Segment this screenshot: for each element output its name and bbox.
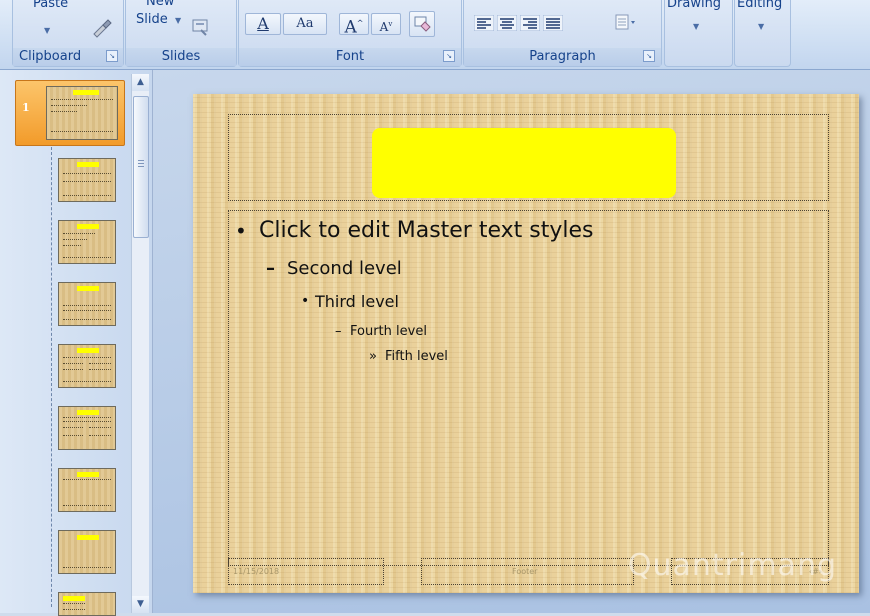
editing-button[interactable]: Editing [737, 0, 782, 11]
slides-group-label: Slides [126, 48, 236, 66]
layout-connector-line [51, 142, 52, 607]
columns-icon[interactable] [614, 13, 636, 33]
level4-bullet: – [335, 324, 342, 339]
shrink-font-button[interactable]: Av [371, 13, 401, 35]
slide-number: 1 [22, 101, 30, 114]
scrollbar-thumb[interactable] [133, 96, 149, 238]
title-highlight-shape[interactable] [372, 128, 676, 198]
justify-icon[interactable] [543, 15, 563, 31]
body-text-placeholder[interactable]: • Click to edit Master text styles – Sec… [228, 210, 829, 566]
thumbnail-preview [46, 86, 118, 140]
paste-button[interactable]: Paste [33, 0, 68, 11]
change-case-button[interactable]: Aa [283, 13, 327, 35]
layout-thumbnail[interactable] [58, 592, 116, 616]
drawing-button[interactable]: Drawing [667, 0, 721, 11]
master-slide-thumbnail[interactable]: 1 [15, 80, 125, 146]
scroll-down-icon[interactable]: ▼ [132, 596, 149, 613]
clear-formatting-button[interactable] [409, 11, 435, 37]
clipboard-group: Paste ▼ Clipboard ↘ [12, 0, 124, 67]
font-color-button[interactable]: A [245, 13, 281, 35]
paragraph-label-text: Paragraph [529, 49, 596, 64]
level5-bullet: » [369, 349, 377, 364]
align-left-icon[interactable] [474, 15, 494, 31]
font-group-label: Font [239, 48, 461, 66]
font-launcher-icon[interactable]: ↘ [443, 50, 455, 62]
level5-text[interactable]: Fifth level [385, 349, 448, 364]
layout-thumbnail[interactable] [58, 282, 116, 326]
paste-dropdown-icon[interactable]: ▼ [44, 26, 50, 35]
font-group: A Aa A^ Av Font ↘ [238, 0, 462, 67]
slide-layout-icon[interactable] [192, 18, 210, 36]
grow-font-button[interactable]: A^ [339, 13, 369, 38]
layout-thumbnail[interactable] [58, 406, 116, 450]
drawing-dropdown-icon[interactable]: ▼ [693, 22, 699, 31]
ribbon: Paste ▼ Clipboard ↘ New Slide ▼ Slides A… [0, 0, 870, 70]
watermark-logo: Quantrimang [627, 548, 837, 583]
level3-text[interactable]: Third level [315, 292, 399, 311]
change-case-glyph: Aa [296, 16, 314, 31]
new-slide-dropdown-icon[interactable]: ▼ [175, 16, 181, 25]
paragraph-group-label: Paragraph [464, 48, 661, 66]
layout-thumbnail[interactable] [58, 344, 116, 388]
slides-group: New Slide ▼ Slides [125, 0, 237, 67]
font-label-text: Font [335, 49, 365, 64]
title-placeholder[interactable] [228, 114, 829, 201]
level3-bullet: • [301, 293, 310, 309]
level1-bullet: • [235, 219, 247, 243]
paragraph-launcher-icon[interactable]: ↘ [643, 50, 655, 62]
new-slide-button[interactable]: New [146, 0, 174, 9]
thumbnail-scrollbar[interactable]: ▲ ▼ [131, 74, 149, 613]
date-placeholder[interactable]: 11/15/2018 [228, 558, 384, 585]
slides-label-text: Slides [161, 49, 201, 64]
clipboard-label-text: Clipboard [19, 49, 82, 64]
layout-thumbnail[interactable] [58, 468, 116, 512]
level2-bullet: – [266, 258, 275, 279]
align-center-icon[interactable] [497, 15, 517, 31]
drawing-group[interactable]: Drawing ▼ [664, 0, 733, 67]
clipboard-launcher-icon[interactable]: ↘ [106, 50, 118, 62]
layout-thumbnail[interactable] [58, 220, 116, 264]
editing-dropdown-icon[interactable]: ▼ [758, 22, 764, 31]
clear-formatting-icon [414, 16, 431, 32]
editing-group[interactable]: Editing ▼ [734, 0, 791, 67]
font-color-glyph: A [257, 14, 269, 33]
layout-thumbnail[interactable] [58, 158, 116, 202]
date-text: 11/15/2018 [233, 567, 280, 576]
footer-text: Footer [512, 567, 538, 576]
slide-master-canvas[interactable]: • Click to edit Master text styles – Sec… [193, 94, 859, 593]
footer-placeholder[interactable]: Footer [421, 558, 634, 585]
level2-text[interactable]: Second level [287, 258, 402, 279]
scroll-up-icon[interactable]: ▲ [132, 74, 149, 91]
level4-text[interactable]: Fourth level [350, 324, 427, 339]
layout-thumbnail[interactable] [58, 530, 116, 574]
new-slide-label[interactable]: Slide [136, 12, 168, 27]
align-right-icon[interactable] [520, 15, 540, 31]
format-painter-icon[interactable] [91, 18, 113, 38]
slide-thumbnail-pane: 1 ▲ ▼ [0, 70, 153, 616]
grow-font-glyph: A [344, 17, 357, 38]
level1-text[interactable]: Click to edit Master text styles [259, 218, 593, 243]
paragraph-group: Paragraph ↘ [463, 0, 662, 67]
